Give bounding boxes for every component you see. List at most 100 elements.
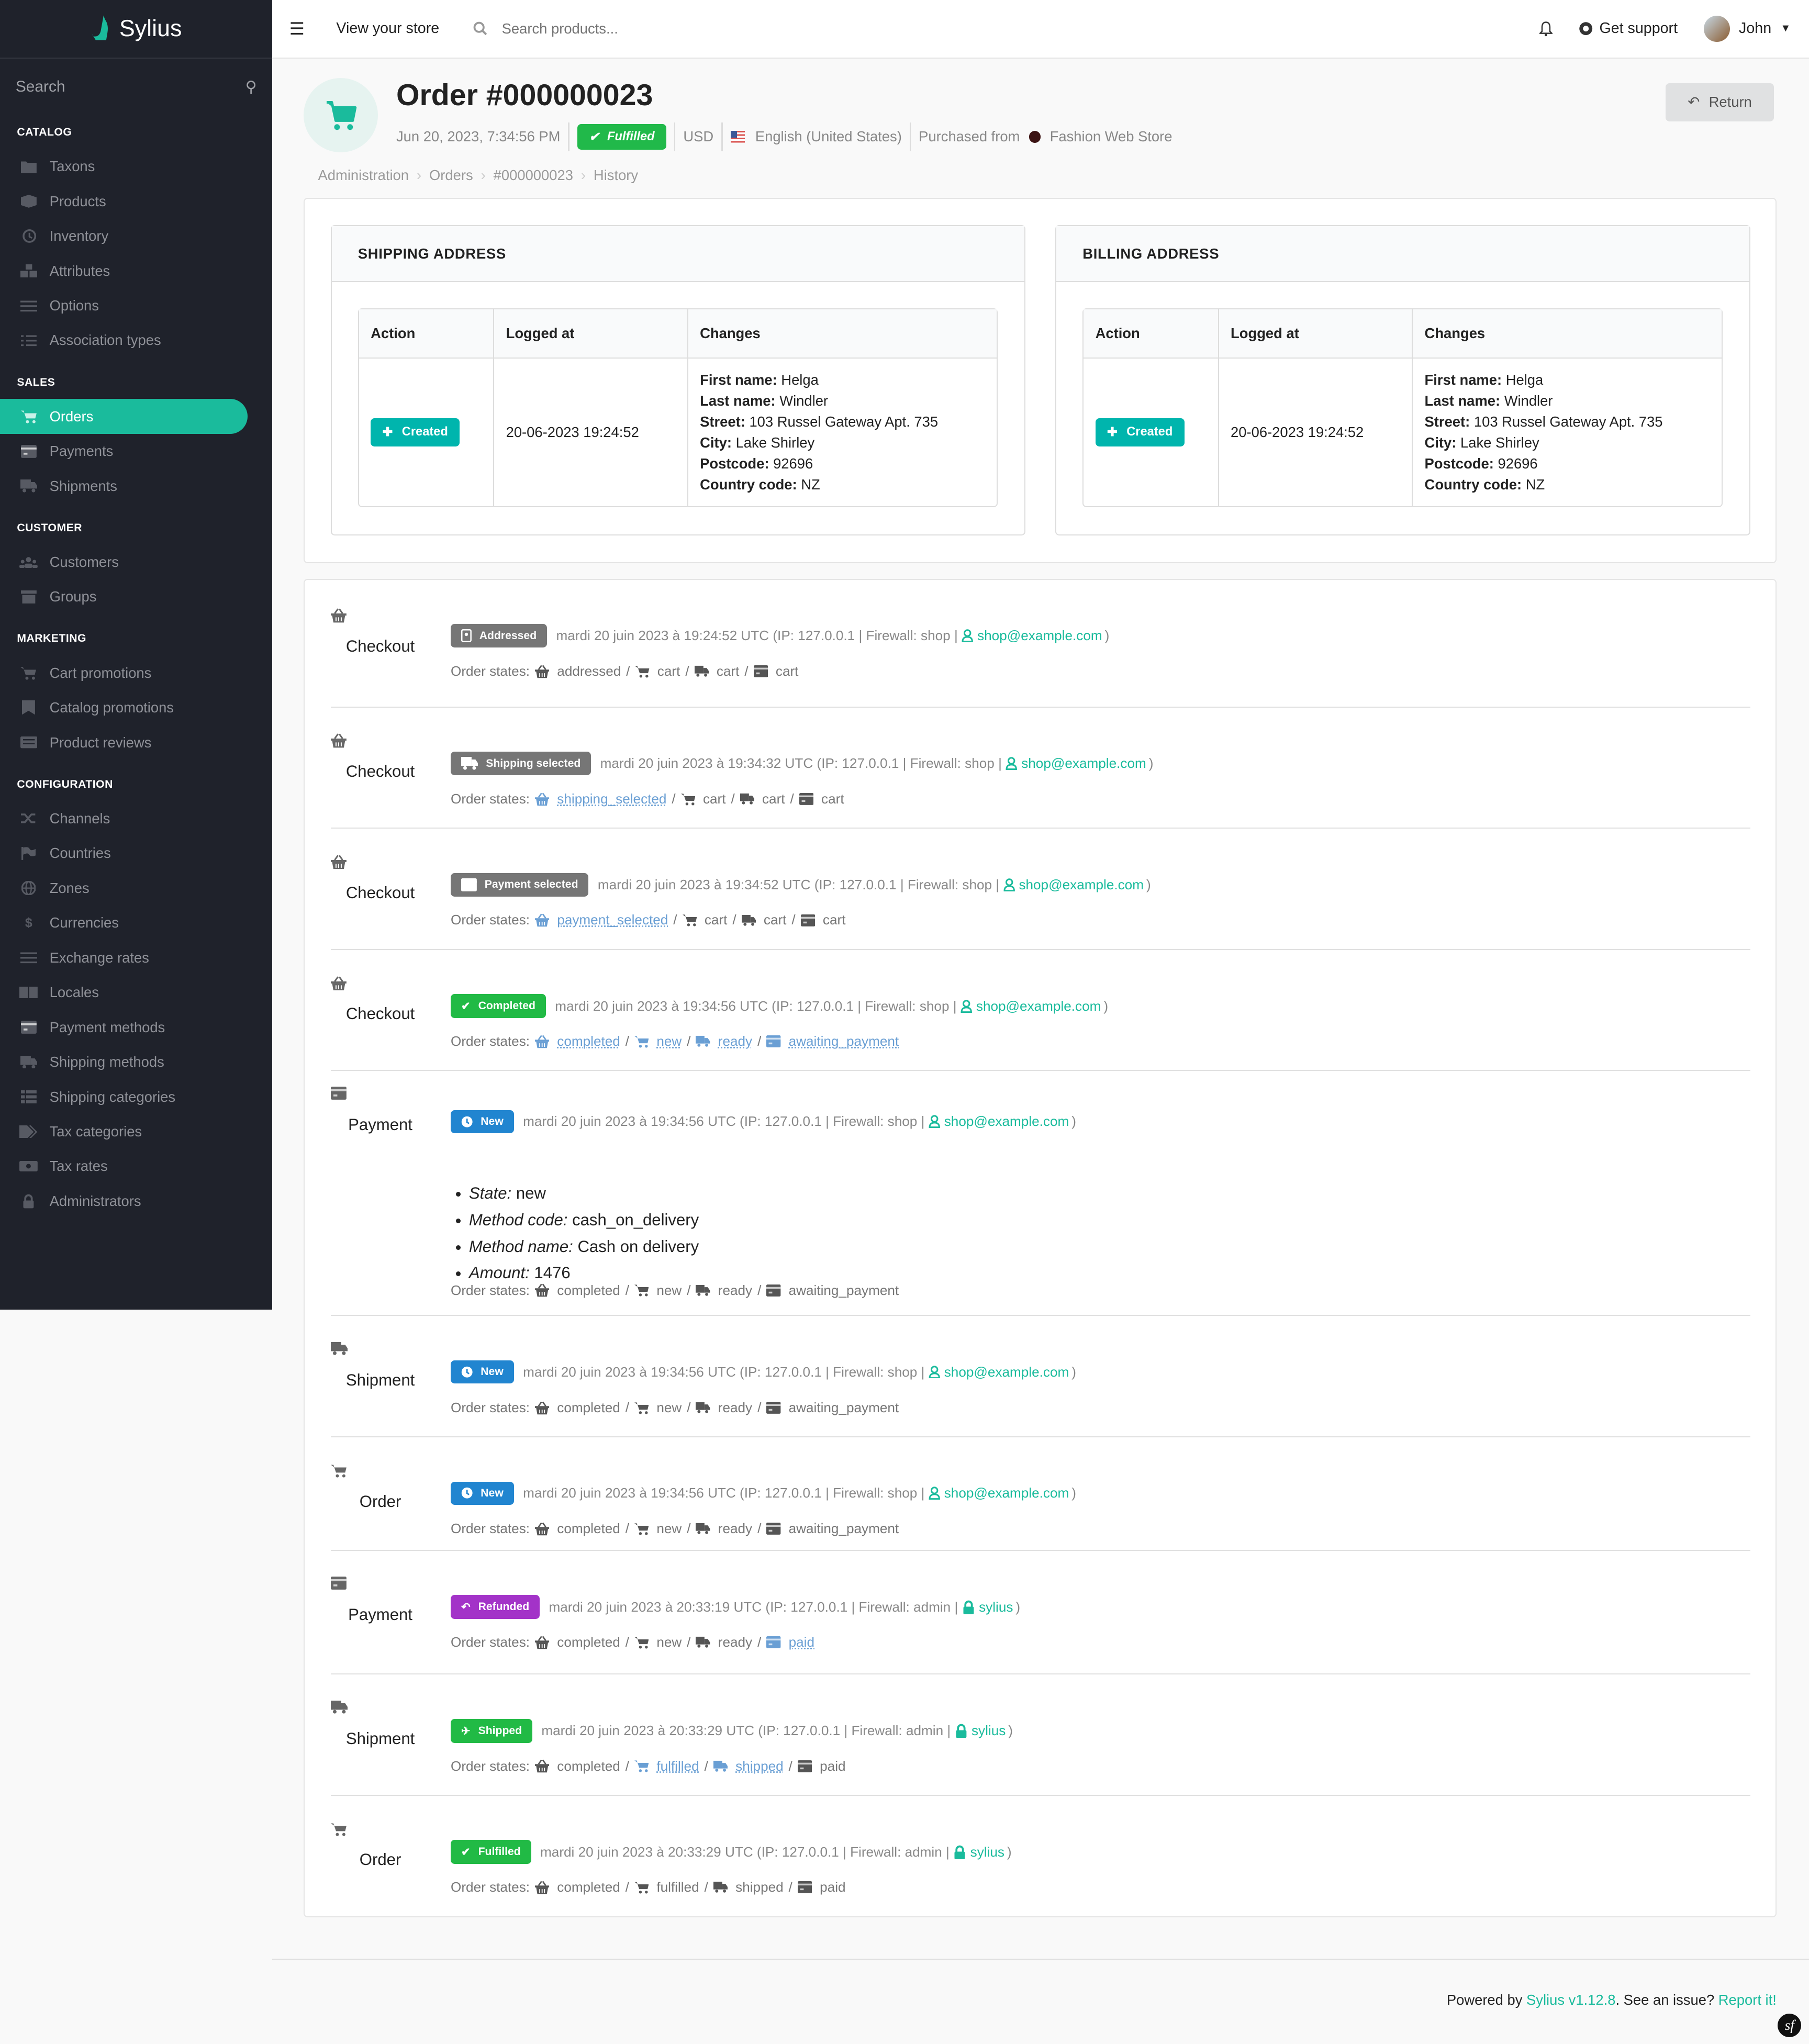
change-line: City: Lake Shirley: [1424, 434, 1539, 451]
entry-user-link[interactable]: shop@example.com: [1006, 755, 1146, 772]
bookmark-icon: [19, 700, 38, 715]
column-header: Action: [1084, 309, 1219, 359]
transition-label: Addressed: [451, 624, 548, 647]
entry-user-link[interactable]: shop@example.com: [929, 1485, 1069, 1501]
sidebar-item-customers[interactable]: Customers: [0, 545, 272, 579]
entry-user-link[interactable]: sylius: [955, 1723, 1006, 1739]
cart-icon: [635, 664, 650, 678]
sidebar-item-shipments[interactable]: Shipments: [0, 468, 272, 503]
sidebar-group-title: CATALOG: [17, 126, 72, 138]
billing-address-card: BILLING ADDRESS Action Logged at Changes ✚ Cr…: [1055, 225, 1750, 535]
sidebar-item-label: Currencies: [49, 914, 119, 931]
entry-user-link[interactable]: shop@example.com: [1003, 877, 1144, 893]
sidebar-item-options[interactable]: Options: [0, 288, 272, 323]
order-states: Order states: completed / new / ready / awaitin…: [451, 1282, 899, 1298]
entry-user-link[interactable]: sylius: [953, 1844, 1004, 1860]
sidebar-search-input[interactable]: Search: [16, 78, 65, 96]
truck-icon: [696, 1522, 710, 1535]
state-text: completed: [557, 1758, 620, 1774]
state-text: completed: [557, 1521, 620, 1537]
sidebar-item-orders[interactable]: Orders: [0, 399, 248, 434]
truck-icon: [461, 757, 478, 770]
change-line: Postcode: 92696: [1424, 455, 1538, 472]
entry-user-link[interactable]: shop@example.com: [929, 1364, 1069, 1380]
entry-user-link[interactable]: shop@example.com: [962, 628, 1102, 644]
column-header: Logged at: [494, 309, 688, 359]
bell-icon[interactable]: [1539, 21, 1553, 37]
sidebar-item-locales[interactable]: Locales: [0, 975, 272, 1010]
entry-user-link[interactable]: shop@example.com: [929, 1113, 1069, 1130]
product-search[interactable]: [473, 19, 713, 39]
sidebar-item-cart-promotions[interactable]: Cart promotions: [0, 655, 272, 690]
truck-icon: [741, 914, 756, 927]
sidebar-item-taxons[interactable]: Taxons: [0, 149, 272, 184]
sidebar-item-label: Payment methods: [49, 1019, 165, 1035]
order-states-label: Order states:: [451, 1879, 530, 1895]
order-states-label: Order states:: [451, 1634, 530, 1650]
sidebar-item-products[interactable]: Products: [0, 184, 272, 218]
state-text: shipped: [735, 1758, 784, 1774]
order-states: Order states: completed / new / ready / awaitin…: [451, 1399, 899, 1415]
logo[interactable]: Sylius: [0, 0, 273, 59]
entry-user-link[interactable]: sylius: [962, 1599, 1013, 1615]
sidebar-item-shipping-categories[interactable]: Shipping categories: [0, 1079, 272, 1114]
sidebar-item-tax-categories[interactable]: Tax categories: [0, 1114, 272, 1149]
sidebar-item-groups[interactable]: Groups: [0, 579, 272, 614]
sidebar-item-product-reviews[interactable]: Product reviews: [0, 725, 272, 759]
menu-toggle-icon[interactable]: ☰: [289, 19, 305, 39]
truck-icon: [19, 1055, 38, 1069]
change-value: Helga: [1505, 372, 1544, 388]
breadcrumb-administration[interactable]: Administration: [318, 167, 409, 184]
breadcrumb-orders[interactable]: Orders: [429, 167, 473, 184]
view-store-link[interactable]: View your store: [336, 20, 439, 37]
sidebar-item-currencies[interactable]: $ Currencies: [0, 906, 272, 940]
search-icon[interactable]: ⚲: [245, 78, 257, 96]
state-value: cart: [800, 912, 845, 928]
sidebar-item-inventory[interactable]: Inventory: [0, 219, 272, 253]
entry-user-link[interactable]: shop@example.com: [961, 998, 1101, 1014]
sidebar-item-label: Groups: [49, 588, 97, 605]
credit-card-icon: [19, 1021, 38, 1034]
transition-text: Payment selected: [484, 878, 578, 891]
state-text: ready: [718, 1634, 753, 1650]
report-issue-link[interactable]: Report it!: [1718, 1992, 1777, 2008]
sidebar-item-label: Countries: [49, 845, 111, 862]
return-button[interactable]: ↶ Return: [1666, 83, 1774, 121]
breadcrumb-order[interactable]: #000000023: [494, 167, 573, 184]
sidebar-item-label: Tax rates: [49, 1158, 108, 1175]
sidebar-item-exchange-rates[interactable]: Exchange rates: [0, 940, 272, 975]
product-search-input[interactable]: [499, 19, 713, 39]
sylius-version-link[interactable]: Sylius v1.12.8: [1526, 1992, 1615, 2008]
cart-plus-icon: [19, 666, 38, 680]
action-text: Created: [401, 425, 448, 439]
sidebar-item-payment-methods[interactable]: Payment methods: [0, 1010, 272, 1044]
sidebar-item-channels[interactable]: Channels: [0, 801, 272, 836]
user-icon: [962, 629, 974, 643]
entry-summary: ✈ Shipped mardi 20 juin 2023 à 20:33:29 UT…: [451, 1718, 1013, 1743]
order-states-label: Order states:: [451, 1282, 530, 1298]
sidebar-item-label: Channels: [49, 810, 110, 826]
symfony-toolbar-icon[interactable]: sf: [1778, 2014, 1802, 2037]
change-key: City: [700, 434, 727, 451]
sidebar-item-tax-rates[interactable]: Tax rates: [0, 1149, 272, 1183]
change-key: Postcode: [700, 455, 765, 472]
sidebar-item-zones[interactable]: Zones: [0, 870, 272, 905]
globe-icon: [19, 881, 38, 896]
sidebar-item-payments[interactable]: Payments: [0, 434, 272, 468]
get-support-link[interactable]: Get support: [1579, 20, 1678, 37]
truck-icon: [713, 1881, 728, 1894]
sidebar-item-catalog-promotions[interactable]: Catalog promotions: [0, 690, 272, 725]
sidebar-item-association-types[interactable]: Association types: [0, 323, 272, 358]
breadcrumb-history: History: [593, 166, 639, 183]
state-text: ready: [718, 1282, 753, 1298]
sidebar-search[interactable]: Search ⚲: [0, 59, 272, 116]
user-menu[interactable]: John ▼: [1703, 15, 1791, 42]
state-value: cart: [740, 791, 785, 807]
sidebar-item-shipping-methods[interactable]: Shipping methods: [0, 1045, 272, 1079]
cube-icon: [19, 195, 38, 208]
sidebar-item-countries[interactable]: Countries: [0, 836, 272, 870]
entry-summary: ✔ Fulfilled mardi 20 juin 2023 à 20:33:29 …: [451, 1840, 1012, 1864]
sidebar-item-attributes[interactable]: Attributes: [0, 253, 272, 288]
sidebar-item-administrators[interactable]: Administrators: [0, 1184, 272, 1219]
changes-cell: First name: Helga Last name: Windler Stree…: [688, 359, 997, 506]
